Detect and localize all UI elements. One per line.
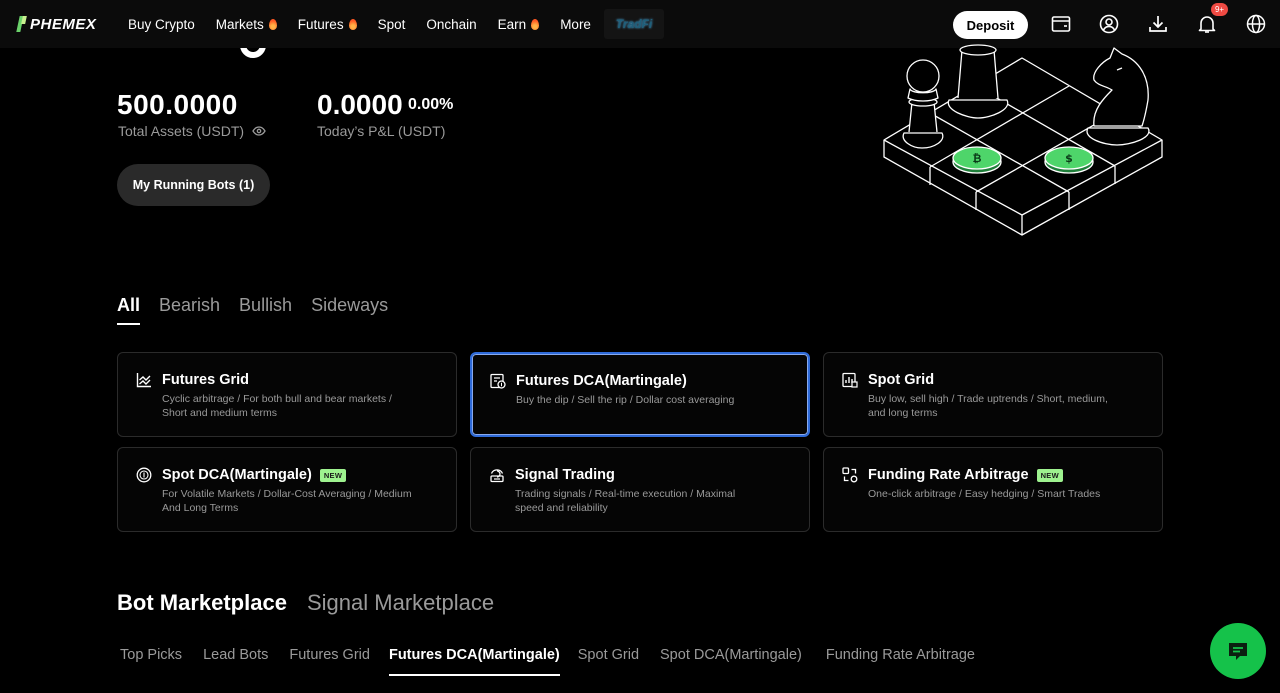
bot-card-signal-trading[interactable]: Signal Trading Trading signals / Real-ti… — [470, 447, 810, 532]
nav-item-buy-crypto[interactable]: Buy Crypto — [128, 17, 195, 32]
bitcoin-coin-icon: ₿ — [952, 146, 1002, 174]
bot-card-futures-dca[interactable]: Futures DCA(Martingale) Buy the dip / Se… — [470, 352, 810, 437]
pnl-percent: 0.00% — [408, 96, 454, 113]
nav-item-label: Onchain — [426, 16, 477, 32]
dca-icon — [490, 373, 506, 389]
card-description: Buy low, sell high / Trade uptrends / Sh… — [868, 393, 1108, 419]
globe-icon[interactable] — [1244, 12, 1268, 36]
flame-icon — [268, 18, 277, 30]
nav-menu: Buy Crypto Markets Futures Spot Onchain … — [128, 0, 591, 48]
card-title-row: Futures Grid — [162, 372, 249, 388]
chess-board-illustration: ₿ $ — [883, 44, 1163, 236]
total-assets-label-row: Total Assets (USDT) — [118, 123, 266, 139]
total-assets-label: Total Assets (USDT) — [118, 123, 245, 139]
tab-bullish[interactable]: Bullish — [239, 295, 292, 324]
tradfi-promo[interactable]: TradFi — [604, 9, 664, 39]
card-title-row: Spot DCA(Martingale) NEW — [162, 467, 347, 483]
nav-item-label: Earn — [497, 16, 527, 32]
subtab-futures-grid[interactable]: Futures Grid — [289, 647, 370, 663]
logo-text: PHEMEX — [30, 15, 97, 33]
subtab-futures-dca[interactable]: Futures DCA(Martingale) — [388, 647, 560, 676]
marketplace-subtabs: Top Picks Lead Bots Futures Grid Futures… — [120, 647, 975, 676]
phemex-logo[interactable]: PHEMEX — [17, 15, 96, 33]
total-assets-value: 500.0000 — [117, 89, 238, 120]
grid-chart-icon — [842, 372, 858, 388]
card-title: Signal Trading — [515, 467, 615, 483]
tradfi-label: TradFi — [615, 17, 653, 31]
new-badge: NEW — [319, 468, 347, 482]
deposit-button[interactable]: Deposit — [953, 11, 1028, 39]
chat-icon — [1229, 643, 1247, 660]
download-icon[interactable] — [1146, 12, 1170, 36]
svg-text:$: $ — [1065, 152, 1073, 165]
heading-overflow-glyph — [240, 48, 270, 58]
nav-item-more[interactable]: More — [560, 17, 591, 32]
signal-marketplace-tab[interactable]: Signal Marketplace — [307, 590, 494, 616]
account-icon[interactable] — [1097, 12, 1121, 36]
subtab-top-picks[interactable]: Top Picks — [120, 647, 182, 663]
card-description: Buy the dip / Sell the rip / Dollar cost… — [516, 394, 735, 406]
flame-icon — [348, 18, 357, 30]
dollar-coin-icon: $ — [1044, 146, 1094, 174]
nav-item-label: Spot — [377, 16, 406, 32]
card-title: Futures DCA(Martingale) — [516, 373, 687, 389]
nav-item-label: Markets — [215, 16, 264, 32]
support-chat-button[interactable] — [1210, 623, 1266, 679]
card-title-row: Spot Grid — [868, 372, 934, 388]
logo-mark-icon — [17, 15, 27, 33]
card-title-row: Futures DCA(Martingale) — [516, 373, 687, 389]
arbitrage-icon — [842, 467, 858, 483]
nav-item-spot[interactable]: Spot — [378, 17, 406, 32]
card-description: Cyclic arbitrage / For both bull and bea… — [162, 393, 392, 419]
nav-item-label: Futures — [297, 16, 344, 32]
nav-item-markets[interactable]: Markets — [216, 17, 277, 32]
new-badge: NEW — [1036, 468, 1063, 482]
bot-card-futures-grid[interactable]: Futures Grid Cyclic arbitrage / For both… — [117, 352, 457, 437]
nav-item-label: Buy Crypto — [128, 16, 195, 32]
nav-item-earn[interactable]: Earn — [498, 17, 540, 32]
card-description: For Volatile Markets / Dollar-Cost Avera… — [162, 488, 412, 514]
nav-item-futures[interactable]: Futures — [298, 17, 357, 32]
card-title-row: Signal Trading — [515, 467, 615, 483]
pnl-label: Today’s P&L (USDT) — [317, 123, 446, 139]
subtab-lead-bots[interactable]: Lead Bots — [203, 647, 268, 663]
coin-icon — [136, 467, 152, 483]
strategy-category-tabs: All Bearish Bullish Sideways — [117, 295, 388, 325]
chart-trend-icon — [136, 373, 151, 388]
bot-card-funding-rate-arbitrage[interactable]: Funding Rate Arbitrage NEW One-click arbi… — [823, 447, 1163, 532]
card-title: Funding Rate Arbitrage — [868, 467, 1029, 483]
subtab-spot-grid[interactable]: Spot Grid — [578, 647, 639, 663]
subtab-spot-dca[interactable]: Spot DCA(Martingale) — [660, 647, 802, 663]
tab-all[interactable]: All — [117, 295, 141, 325]
card-title: Spot DCA(Martingale) — [162, 467, 312, 483]
card-title: Futures Grid — [162, 372, 250, 388]
eye-icon[interactable] — [252, 123, 266, 139]
card-description: Trading signals / Real-time execution / … — [515, 488, 736, 514]
bot-card-spot-dca[interactable]: Spot DCA(Martingale) NEW For Volatile Mar… — [117, 447, 457, 532]
card-title-row: Funding Rate Arbitrage NEW — [868, 467, 1063, 483]
notification-badge: 9+ — [1211, 3, 1228, 16]
card-description: One-click arbitrage / Easy hedging / Sma… — [868, 488, 1101, 500]
wallet-icon[interactable] — [1049, 12, 1073, 36]
running-bots-button[interactable]: My Running Bots (1) — [117, 164, 270, 206]
pnl-value: 0.0000 — [317, 89, 403, 120]
tab-sideways[interactable]: Sideways — [311, 295, 388, 324]
subtab-funding-rate-arbitrage[interactable]: Funding Rate Arbitrage — [826, 647, 975, 663]
bot-marketplace-tab[interactable]: Bot Marketplace — [117, 590, 287, 616]
signal-icon — [490, 469, 504, 483]
tab-bearish[interactable]: Bearish — [159, 295, 220, 324]
flame-icon — [531, 18, 540, 30]
bot-card-spot-grid[interactable]: Spot Grid Buy low, sell high / Trade upt… — [823, 352, 1163, 437]
nav-item-label: More — [560, 16, 591, 32]
svg-text:₿: ₿ — [973, 152, 982, 165]
nav-item-onchain[interactable]: Onchain — [426, 17, 476, 32]
card-title: Spot Grid — [868, 372, 935, 388]
